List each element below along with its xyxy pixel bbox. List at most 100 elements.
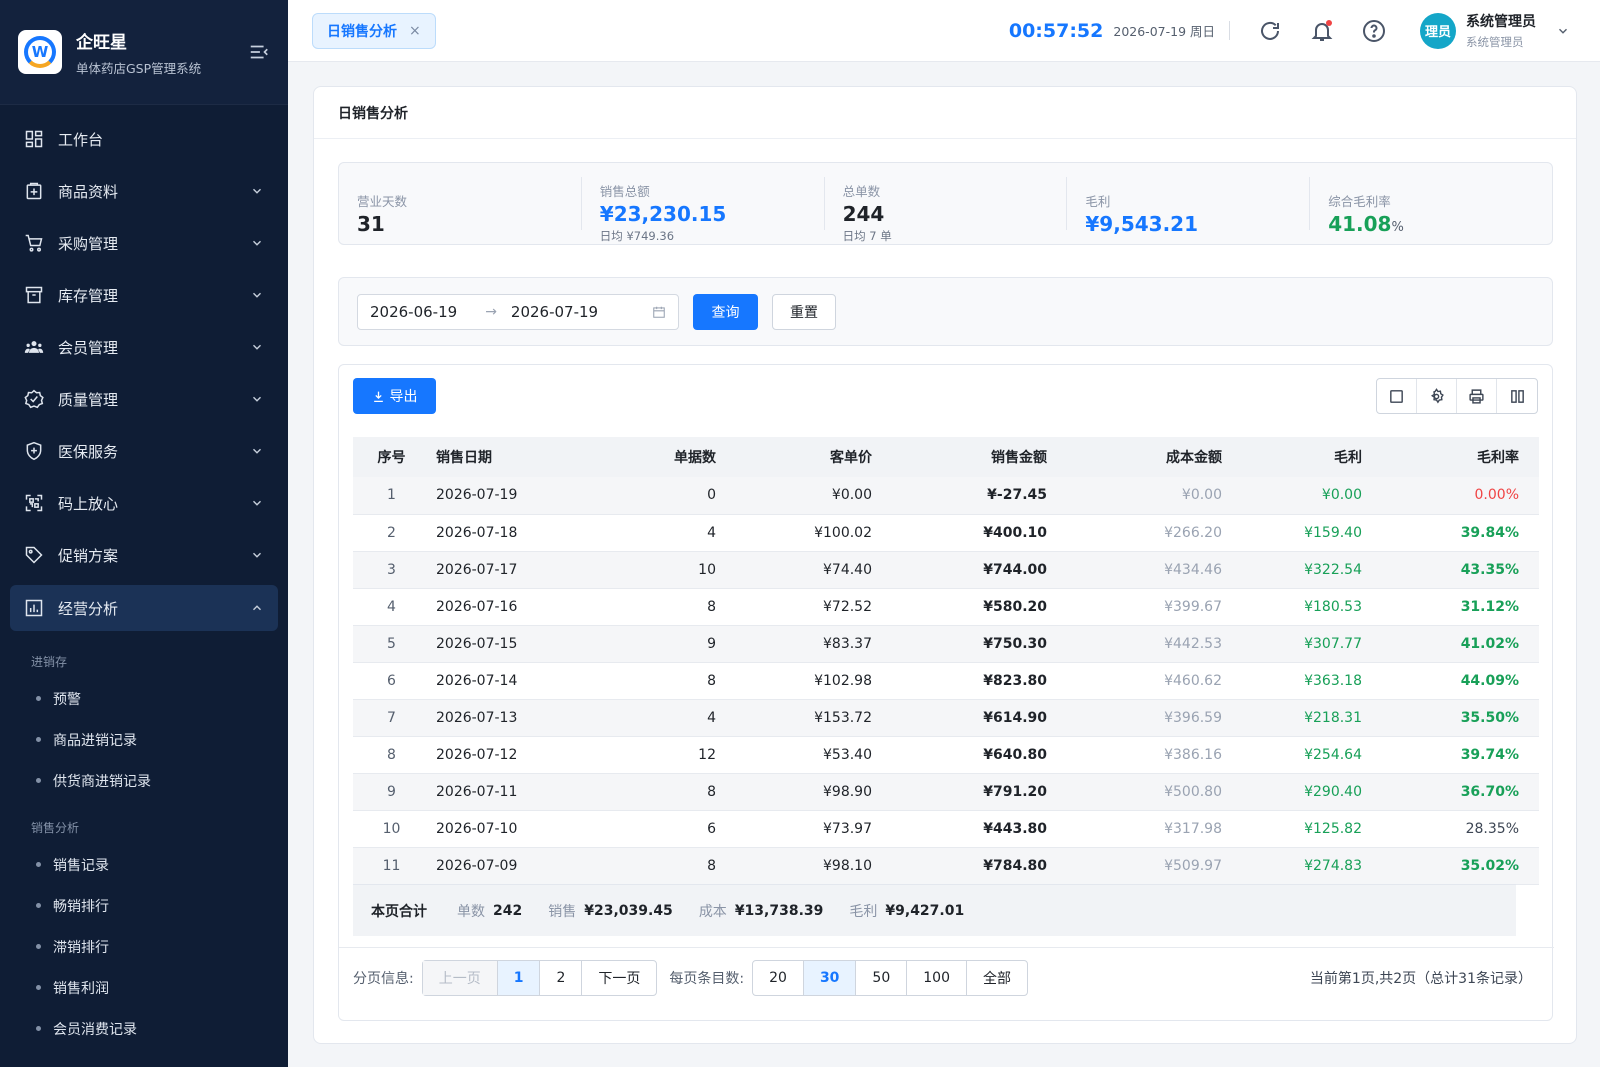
cell-sales: ¥640.80 [878,736,1053,774]
table-tools [1376,378,1538,414]
cell-index: 8 [353,736,430,774]
submenu-item-warning[interactable]: 预警 [0,678,288,719]
user-name: 系统管理员 [1466,14,1536,30]
user-menu[interactable]: 理员 系统管理员 系统管理员 [1420,11,1570,50]
export-button[interactable]: 导出 [353,378,436,414]
cell-rate: 0.00% [1376,477,1539,515]
menu-item-members[interactable]: 会员管理 [0,321,288,373]
submenu-item-sales-profit[interactable]: 销售利润 [0,967,288,1008]
start-date-input[interactable]: 2026-06-19 [370,303,457,321]
table-row[interactable]: 2 2026-07-18 4 ¥100.02 ¥400.10 ¥266.20 ¥159.40… [353,514,1539,552]
cell-date: 2026-07-11 [430,773,590,811]
summary-sales: ¥23,039.45 [584,902,673,919]
column-header-avg[interactable]: 客单价 [722,437,878,477]
gear-icon [1430,387,1444,403]
table-row[interactable]: 10 2026-07-10 6 ¥73.97 ¥443.80 ¥317.98 ¥125.82… [353,810,1539,848]
menu-item-trace-code[interactable]: 码上放心 [0,477,288,529]
table-row[interactable]: 6 2026-07-14 8 ¥102.98 ¥823.80 ¥460.62 ¥363.18… [353,662,1539,700]
menu-item-insurance[interactable]: 医保服务 [0,425,288,477]
menu-item-label: 促销方案 [58,546,119,565]
date-range-picker[interactable]: 2026-06-19 → 2026-07-19 [357,293,679,330]
close-icon[interactable]: × [409,23,421,39]
user-role: 系统管理员 [1466,35,1524,49]
next-page-button[interactable]: 下一页 [582,961,656,995]
column-header-cost[interactable]: 成本金额 [1053,437,1228,477]
page-size-30[interactable]: 30 [803,960,857,995]
cell-index: 3 [353,551,430,589]
table-row[interactable]: 7 2026-07-13 4 ¥153.72 ¥614.90 ¥396.59 ¥218.31… [353,699,1539,737]
print-button[interactable] [1457,379,1497,413]
page-size-all[interactable]: 全部 [967,961,1027,995]
cell-rate: 28.35% [1376,810,1539,848]
page-button-2[interactable]: 2 [540,960,583,995]
settings-button[interactable] [1417,379,1457,413]
table-row[interactable]: 1 2026-07-19 0 ¥0.00 ¥-27.45 ¥0.00 ¥0.00 0.00% [353,477,1539,515]
query-button[interactable]: 查询 [693,293,758,330]
menu-item-products[interactable]: 商品资料 [0,165,288,217]
menu-item-inventory[interactable]: 库存管理 [0,269,288,321]
cell-index: 1 [353,477,430,515]
page-size-50[interactable]: 50 [856,960,908,995]
submenu-item-product-records[interactable]: 商品进销记录 [0,719,288,760]
bullet-dot-icon [36,985,41,990]
submenu-item-sales-records[interactable]: 销售记录 [0,844,288,885]
cell-profit: ¥274.83 [1228,847,1376,885]
help-icon[interactable] [1362,19,1386,43]
cell-avg: ¥53.40 [722,736,878,774]
submenu-item-best-sellers[interactable]: 畅销排行 [0,885,288,926]
submenu-item-slow-sellers[interactable]: 滞销排行 [0,926,288,967]
reset-button[interactable]: 重置 [772,293,836,330]
cell-sales: ¥750.30 [878,625,1053,663]
columns-button[interactable] [1497,379,1537,413]
table-row[interactable]: 5 2026-07-15 9 ¥83.37 ¥750.30 ¥442.53 ¥307.77 4… [353,625,1539,663]
column-header-profit[interactable]: 毛利 [1228,437,1376,477]
cell-index: 2 [353,514,430,552]
download-icon [373,391,383,402]
submenu-item-supplier-records[interactable]: 供货商进销记录 [0,760,288,801]
tab-daily-sales[interactable]: 日销售分析 × [312,12,436,49]
cell-profit: ¥125.82 [1228,810,1376,848]
qrcode-scan-icon [25,494,43,512]
notification-button[interactable] [1310,19,1334,43]
cell-count: 12 [590,736,722,774]
tab-label: 日销售分析 [327,23,397,40]
submenu-item-member-consumption[interactable]: 会员消费记录 [0,1008,288,1049]
table-row[interactable]: 8 2026-07-12 12 ¥53.40 ¥640.80 ¥386.16 ¥254.64… [353,736,1539,774]
cell-avg: ¥73.97 [722,810,878,848]
column-header-sales[interactable]: 销售金额 [878,437,1053,477]
cell-avg: ¥74.40 [722,551,878,589]
tag-icon [25,546,43,564]
menu-item-business-analysis[interactable]: 经营分析 [10,585,278,631]
page-size-20[interactable]: 20 [753,960,804,995]
menu-collapse-icon[interactable] [248,41,270,63]
table-row[interactable]: 11 2026-07-09 8 ¥98.10 ¥784.80 ¥509.97 ¥274.83… [353,847,1539,885]
menu-item-workbench[interactable]: 工作台 [0,113,288,165]
stat-label: 毛利 [1085,194,1111,209]
page-button-1[interactable]: 1 [497,960,541,995]
cell-profit: ¥254.64 [1228,736,1376,774]
cell-sales: ¥443.80 [878,810,1053,848]
cell-cost: ¥399.67 [1053,588,1228,626]
cell-sales: ¥-27.45 [878,477,1053,515]
column-header-rate[interactable]: 毛利率 [1376,437,1539,477]
cell-sales: ¥784.80 [878,847,1053,885]
menu-item-purchase[interactable]: 采购管理 [0,217,288,269]
prev-page-button[interactable]: 上一页 [422,960,498,995]
table-row[interactable]: 4 2026-07-16 8 ¥72.52 ¥580.20 ¥399.67 ¥180.53 3… [353,588,1539,626]
bullet-dot-icon [36,696,41,701]
summary-sales-label: 销售 [548,903,577,920]
page-size-100[interactable]: 100 [907,960,967,995]
menu-item-promotion[interactable]: 促销方案 [0,529,288,581]
table-row[interactable]: 3 2026-07-17 10 ¥74.40 ¥744.00 ¥434.46 ¥322.54… [353,551,1539,589]
column-header-date[interactable]: 销售日期 [430,437,590,477]
fullscreen-button[interactable] [1377,379,1417,413]
bullet-dot-icon [36,778,41,783]
column-header-index[interactable]: 序号 [353,437,430,477]
column-header-count[interactable]: 单据数 [590,437,722,477]
cell-profit: ¥363.18 [1228,662,1376,700]
refresh-icon[interactable] [1258,19,1282,43]
menu-item-quality[interactable]: 质量管理 [0,373,288,425]
cell-rate: 35.50% [1376,699,1539,737]
end-date-input[interactable]: 2026-07-19 [511,303,598,321]
table-row[interactable]: 9 2026-07-11 8 ¥98.90 ¥791.20 ¥500.80 ¥290.40 3… [353,773,1539,811]
